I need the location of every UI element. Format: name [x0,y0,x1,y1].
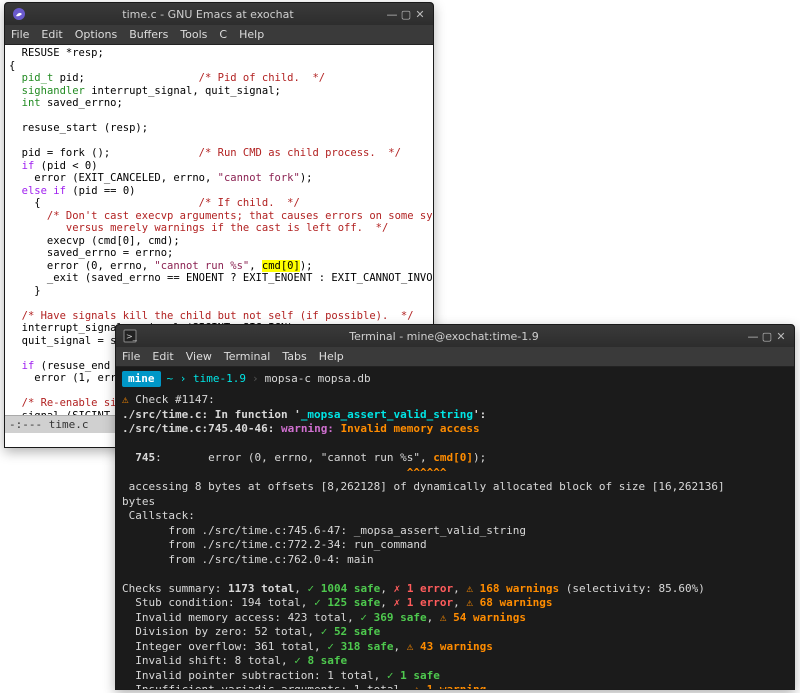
menu-file[interactable]: File [11,28,29,41]
prompt-line: mine ~ › time-1.9 › mopsa-c mopsa.db [122,371,788,387]
menu-tabs[interactable]: Tabs [282,350,306,363]
menu-edit[interactable]: Edit [41,28,62,41]
highlighted-token: cmd[0] [262,260,300,272]
prompt-user-badge: mine [122,371,161,387]
close-button[interactable]: ✕ [774,330,788,343]
terminal-titlebar[interactable]: >_ Terminal - mine@exochat:time-1.9 — ▢ … [116,325,794,347]
minimize-button[interactable]: — [746,330,760,343]
terminal-output[interactable]: mine~ › time-1.9›mopsa-c mopsa.db⚠ Check… [116,367,794,689]
emacs-menubar: File Edit Options Buffers Tools C Help [5,25,433,45]
menu-edit[interactable]: Edit [152,350,173,363]
menu-options[interactable]: Options [75,28,117,41]
maximize-button[interactable]: ▢ [760,330,774,343]
menu-buffers[interactable]: Buffers [129,28,168,41]
emacs-titlebar[interactable]: time.c - GNU Emacs at exochat — ▢ ✕ [5,3,433,25]
menu-help[interactable]: Help [319,350,344,363]
menu-tools[interactable]: Tools [180,28,207,41]
emacs-title: time.c - GNU Emacs at exochat [31,8,385,21]
menu-view[interactable]: View [186,350,212,363]
prompt-sep-icon: › [252,372,259,387]
prompt-command: mopsa-c mopsa.db [265,372,371,387]
menu-c[interactable]: C [219,28,227,41]
menu-help[interactable]: Help [239,28,264,41]
terminal-menubar: File Edit View Terminal Tabs Help [116,347,794,367]
emacs-app-icon [11,6,27,22]
terminal-app-icon: >_ [122,328,138,344]
menu-terminal[interactable]: Terminal [224,350,271,363]
warning-icon: ⚠ [122,393,129,406]
summary-rows: Stub condition: 194 total, 125 safe, 1 e… [122,596,788,689]
warning-icon [466,582,473,595]
error-icon [394,582,401,595]
check-icon [307,582,314,595]
svg-text:>_: >_ [126,332,137,341]
terminal-window: >_ Terminal - mine@exochat:time-1.9 — ▢ … [115,324,795,690]
prompt-path: ~ › time-1.9 [167,372,246,387]
minimize-button[interactable]: — [385,8,399,21]
close-button[interactable]: ✕ [413,8,427,21]
terminal-title: Terminal - mine@exochat:time-1.9 [142,330,746,343]
maximize-button[interactable]: ▢ [399,8,413,21]
menu-file[interactable]: File [122,350,140,363]
